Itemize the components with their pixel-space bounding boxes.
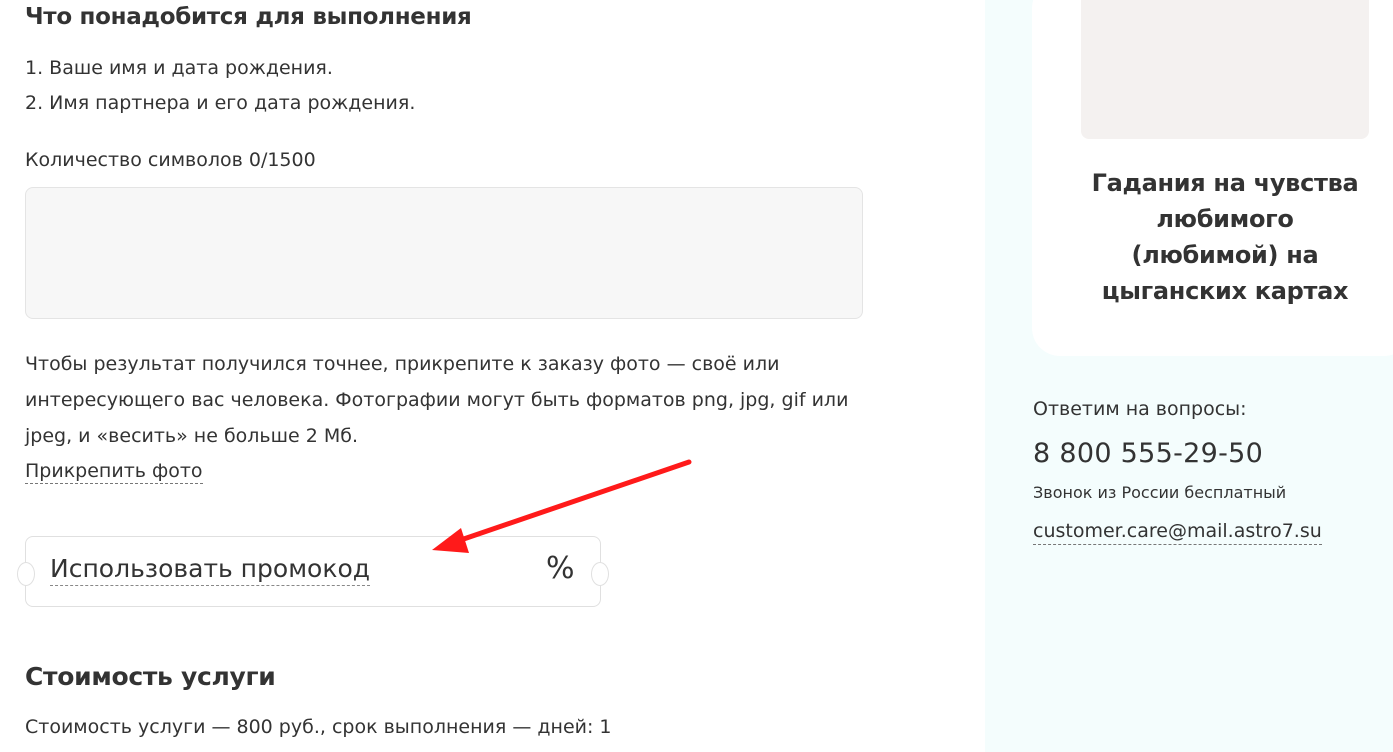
price-text: Стоимость услуги — 800 руб., срок выполн… [25,716,612,738]
product-card-title[interactable]: Гадания на чувства любимого (любимой) на… [1080,165,1370,309]
product-card-image[interactable] [1081,0,1369,139]
arrow-shaft [449,459,692,546]
attach-photo-link[interactable]: Прикрепить фото [25,460,203,484]
percent-icon: % [546,551,575,586]
requirements-title: Что понадобится для выполнения [25,4,472,30]
contacts-phone[interactable]: 8 800 555-29-50 [1033,438,1263,469]
price-title: Стоимость услуги [25,662,276,691]
contacts-email-link[interactable]: customer.care@mail.astro7.su [1033,520,1322,545]
promo-code-button[interactable]: Использовать промокод % [17,536,609,607]
promo-code-label[interactable]: Использовать промокод [50,553,371,586]
photo-hint: Чтобы результат получился точнее, прикре… [25,353,849,447]
ticket-notch-left [17,562,35,586]
contacts-label: Ответим на вопросы: [1033,398,1247,420]
contacts-note: Звонок из России бесплатный [1033,483,1287,502]
message-textarea[interactable] [25,187,863,319]
requirement-item: 1. Ваше имя и дата рождения. [25,57,333,79]
requirement-item: 2. Имя партнера и его дата рождения. [25,92,416,114]
ticket-notch-right [591,562,609,586]
character-counter: Количество символов 0/1500 [25,149,316,171]
